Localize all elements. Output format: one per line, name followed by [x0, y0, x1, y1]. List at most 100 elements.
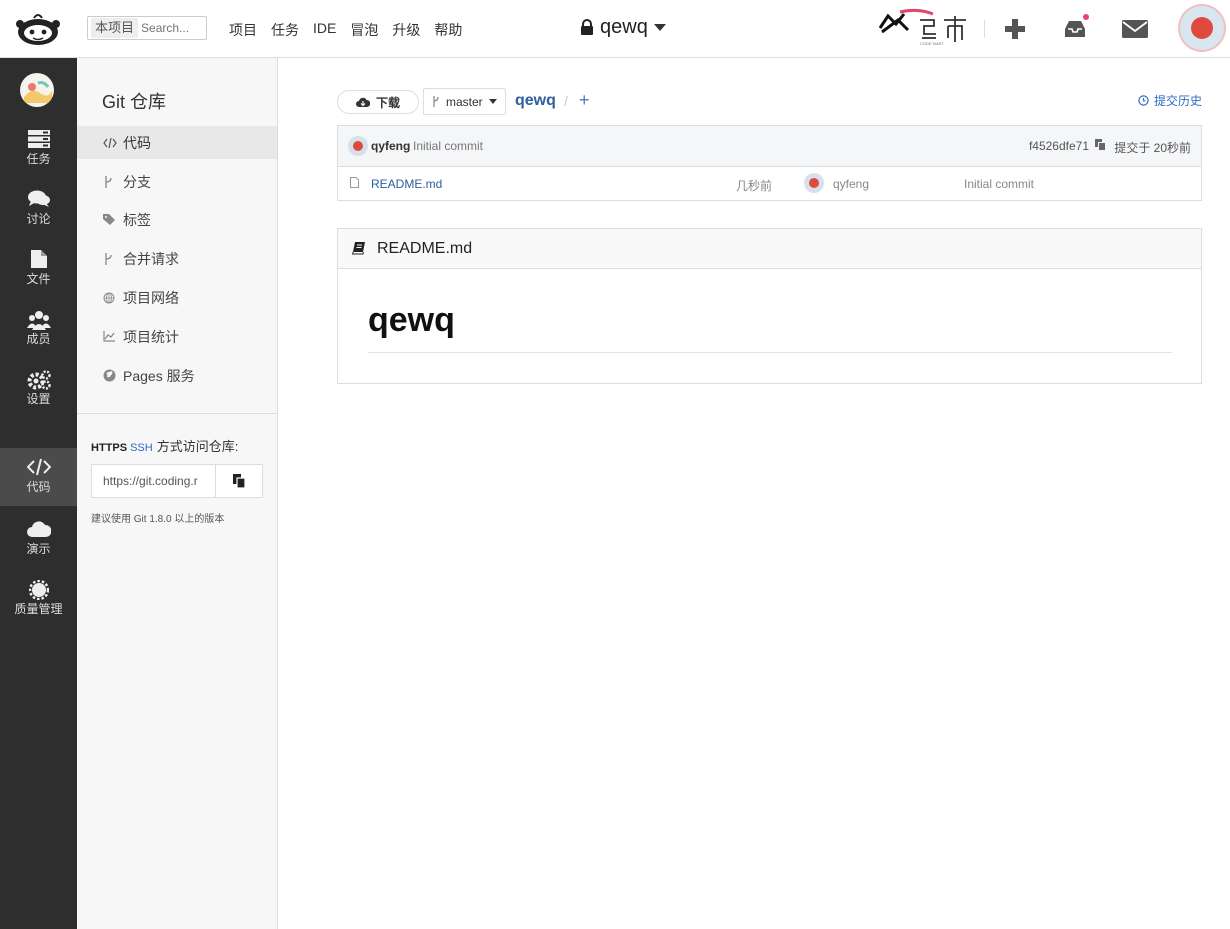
create-button[interactable] [1002, 16, 1028, 42]
clone-url-input[interactable] [92, 465, 216, 497]
git-nav-label: Pages 服务 [123, 367, 195, 384]
sidebar-item-discussions[interactable]: 讨论 [0, 180, 77, 238]
network-icon [103, 292, 115, 303]
search-input[interactable] [141, 21, 206, 35]
commit-time: 提交于 20秒前 [1114, 141, 1191, 155]
envelope-icon [1122, 20, 1148, 38]
code-icon [26, 458, 51, 476]
nav-tasks[interactable]: 任务 [271, 20, 299, 40]
table-row[interactable]: README.md 几秒前 qyfeng Initial commit [338, 167, 1201, 200]
nav-upgrade[interactable]: 升级 [392, 20, 420, 40]
sidebar-item-demo[interactable]: 演示 [0, 510, 77, 568]
branch-select[interactable]: master [423, 88, 506, 115]
sidebar-item-settings[interactable]: 设置 [0, 360, 77, 418]
nav-help[interactable]: 帮助 [434, 20, 462, 40]
sidebar-item-members[interactable]: 成员 [0, 300, 77, 358]
search-box[interactable]: 本项目 [87, 16, 207, 40]
commit-message[interactable]: Initial commit [413, 139, 483, 153]
git-nav-code[interactable]: 代码 [77, 126, 277, 159]
clock-icon [1138, 95, 1149, 106]
sidebar-item-label: 任务 [26, 152, 51, 166]
readme-panel: README.md qewq [337, 228, 1202, 384]
branch-icon [433, 96, 439, 107]
sidebar-item-code[interactable]: 代码 [0, 448, 77, 506]
download-label: 下载 [375, 95, 400, 110]
nav-ide[interactable]: IDE [313, 20, 336, 40]
coding-logo[interactable] [14, 10, 62, 46]
git-nav-tags[interactable]: 标签 [77, 203, 277, 236]
access-method-text: 方式访问仓库: [156, 439, 239, 454]
git-sidebar-title: Git 仓库 [102, 92, 167, 112]
sidebar-item-label: 演示 [26, 542, 51, 556]
download-button[interactable]: 下载 [337, 90, 419, 114]
ssh-option[interactable]: SSH [130, 442, 153, 454]
lock-icon [581, 19, 593, 35]
cloud-download-icon [356, 97, 370, 107]
readme-heading: qewq [368, 301, 455, 339]
project-avatar[interactable] [20, 73, 54, 107]
copy-icon [232, 474, 246, 488]
git-nav-branches[interactable]: 分支 [77, 165, 277, 198]
access-method-label: HTTPS SSH 方式访问仓库: [91, 436, 238, 455]
repo-breadcrumb[interactable]: qewq [515, 92, 556, 110]
tags-icon [103, 213, 115, 225]
add-file-button[interactable]: + [579, 90, 590, 111]
chart-icon [103, 331, 115, 342]
sidebar-item-files[interactable]: 文件 [0, 240, 77, 298]
file-commit-message[interactable]: Initial commit [964, 177, 1034, 191]
clone-url-group [91, 464, 263, 498]
breadcrumb-separator: / [564, 93, 568, 109]
messages-button[interactable] [1122, 16, 1148, 42]
commit-history-link[interactable]: 提交历史 [1138, 92, 1202, 109]
git-nav-merge-requests[interactable]: 合并请求 [77, 242, 277, 275]
divider [368, 352, 1172, 353]
avatar[interactable] [348, 136, 368, 156]
readme-header: README.md [338, 229, 1201, 269]
user-avatar[interactable] [1180, 6, 1224, 50]
project-switcher[interactable]: qewq [580, 16, 666, 39]
sidebar-item-tasks[interactable]: 任务 [0, 120, 77, 178]
file-icon [30, 250, 47, 268]
globe-icon [103, 369, 116, 382]
project-sidebar: 任务 讨论 文件 成员 设置 代码 演示 质量管理 [0, 58, 77, 929]
file-author[interactable]: qyfeng [833, 177, 869, 191]
cloud-icon [26, 521, 52, 537]
header-divider [984, 20, 985, 38]
copy-url-button[interactable] [216, 465, 262, 497]
codemart-logo[interactable]: CODE MART [878, 6, 970, 46]
comments-icon [27, 190, 50, 207]
git-version-hint: 建议使用 Git 1.8.0 以上的版本 [91, 514, 225, 525]
inbox-icon [1065, 21, 1085, 37]
search-scope-label[interactable]: 本项目 [91, 18, 139, 38]
file-name-link[interactable]: README.md [371, 177, 442, 191]
git-nav-network[interactable]: 项目网络 [77, 281, 277, 314]
plus-icon [1005, 19, 1025, 39]
commit-author[interactable]: qyfeng [371, 139, 410, 153]
caret-down-icon [488, 99, 497, 104]
branch-icon [105, 175, 112, 188]
commit-sha[interactable]: f4526dfe71 [1029, 139, 1089, 153]
git-nav-label: 合并请求 [123, 250, 179, 267]
git-nav-stats[interactable]: 项目统计 [77, 320, 277, 353]
git-nav-pages[interactable]: Pages 服务 [77, 359, 277, 392]
sidebar-item-label: 讨论 [26, 212, 51, 226]
gears-icon [27, 370, 51, 390]
notification-badge [1082, 13, 1090, 21]
caret-down-icon [653, 23, 666, 31]
sidebar-item-quality[interactable]: 质量管理 [0, 570, 77, 628]
nav-bubble[interactable]: 冒泡 [350, 20, 378, 40]
users-icon [26, 311, 51, 330]
readme-title: README.md [377, 240, 473, 257]
commit-history-label: 提交历史 [1153, 94, 1202, 108]
sidebar-item-label: 文件 [26, 272, 51, 286]
file-list: qyfeng Initial commit f4526dfe71 提交于 20秒… [337, 125, 1202, 201]
book-icon [352, 242, 365, 255]
top-bar: 本项目 项目 任务 IDE 冒泡 升级 帮助 qewq CODE MART [0, 0, 1230, 58]
copy-sha-button[interactable] [1095, 139, 1106, 154]
nav-projects[interactable]: 项目 [229, 20, 257, 40]
https-option[interactable]: HTTPS [91, 442, 127, 454]
avatar[interactable] [804, 173, 824, 193]
git-sidebar: Git 仓库 代码 分支 标签 合并请求 项目网络 项目统计 Pages 服务 … [77, 58, 278, 929]
merge-icon [105, 252, 112, 265]
repo-toolbar: 下载 master qewq / + 提交历史 [337, 88, 1202, 116]
